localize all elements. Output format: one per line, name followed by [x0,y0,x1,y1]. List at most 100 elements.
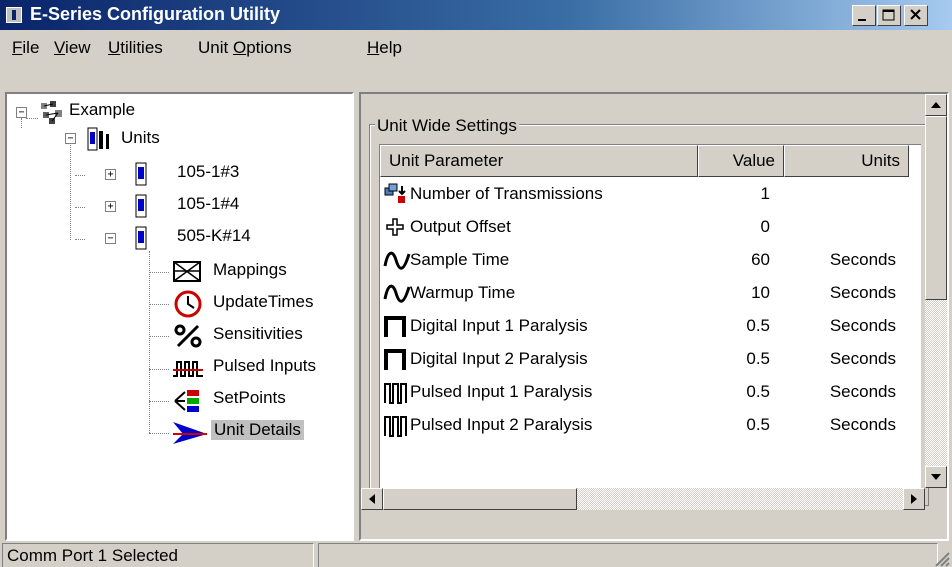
arrow-up-icon [931,102,941,108]
menu-bar: File View Utilities Unit Options Help [0,30,952,62]
menu-view-rest: iew [65,38,91,57]
expand-toggle[interactable]: + [105,201,116,212]
menu-unit-options-pre: Unit [198,38,233,57]
close-icon [910,9,921,20]
param-label: Output Offset [410,217,511,236]
setpoints-icon [174,390,199,412]
unit-details-arrow-icon [173,422,207,444]
window-title: E-Series Configuration Utility [30,4,281,24]
pulse-icon [384,349,406,370]
tree-line [26,118,38,119]
unit-device-icon [135,194,147,218]
param-value: 1 [760,184,770,203]
param-value: 60 [751,250,770,269]
column-header-units[interactable]: Units [784,145,909,177]
tree-child-label-selected[interactable]: Unit Details [211,420,304,440]
horizontal-scrollbar[interactable] [361,488,925,510]
tree-line [75,239,85,240]
table-row[interactable]: Warmup Time 10 Seconds [380,277,921,310]
tree-line [149,272,169,273]
tree-unit-label[interactable]: 505-K#14 [177,226,251,246]
table-row[interactable]: Digital Input 1 Paralysis 0.5 Seconds [380,310,921,343]
unit-device-icon [135,226,147,250]
param-units: Seconds [829,415,896,434]
table-row[interactable]: Digital Input 2 Paralysis 0.5 Seconds [380,343,921,376]
menu-unit-options[interactable]: Unit Options [198,38,292,58]
scroll-right-button[interactable] [903,488,925,510]
collapse-toggle[interactable]: − [16,107,27,118]
settings-list[interactable]: Unit Parameter Value Units Number of Tra… [379,144,921,505]
param-label: Pulsed Input 2 Paralysis [410,415,593,434]
offset-cross-icon [386,218,404,236]
settings-panel: Unit Wide Settings Unit Parameter Value … [359,92,949,541]
menu-utilities-rest: tilities [120,38,163,57]
pulse-icon [384,316,406,337]
scroll-down-button[interactable] [925,466,947,488]
arrow-left-icon [369,494,375,504]
menu-file[interactable]: File [12,38,39,58]
param-label: Warmup Time [410,283,516,302]
tree-child-label[interactable]: SetPoints [213,388,286,408]
tree-child-label[interactable]: Pulsed Inputs [213,356,316,376]
menu-utilities-accel: U [108,38,121,57]
param-label: Digital Input 1 Paralysis [410,316,588,335]
menu-view[interactable]: View [54,38,91,58]
tree-unit-label[interactable]: 105-1#3 [177,162,239,182]
param-label: Sample Time [410,250,510,269]
tree-units-label[interactable]: Units [121,128,160,148]
title-bar[interactable]: E-Series Configuration Utility [0,0,952,30]
horizontal-scroll-thumb[interactable] [383,488,577,510]
expand-toggle[interactable]: + [105,169,116,180]
scroll-left-button[interactable] [361,488,383,510]
status-pane-secondary [318,543,938,567]
tree-child-label[interactable]: UpdateTimes [213,292,313,312]
param-value: 0.5 [746,349,770,368]
tree-unit-label[interactable]: 105-1#4 [177,194,239,214]
vertical-scroll-thumb[interactable] [925,116,947,300]
menu-file-accel: F [12,38,23,57]
mappings-icon [173,261,201,282]
tree-root-label[interactable]: Example [69,100,135,120]
minimize-button[interactable] [852,5,876,26]
wave-icon [383,251,411,270]
status-text: Comm Port 1 Selected [2,543,314,567]
collapse-toggle[interactable]: − [65,133,76,144]
param-value: 0.5 [746,415,770,434]
table-row[interactable]: Sample Time 60 Seconds [380,244,921,277]
resize-grip-icon[interactable] [932,549,950,567]
app-icon[interactable] [6,7,22,23]
collapse-toggle[interactable]: − [105,233,116,244]
network-icon [41,101,62,124]
tree-child-label[interactable]: Sensitivities [213,324,303,344]
menu-help[interactable]: Help [367,38,402,58]
column-header-value[interactable]: Value [698,145,784,177]
pulse-train-icon [384,383,407,404]
menu-help-accel: H [367,38,380,57]
column-header-parameter[interactable]: Unit Parameter [380,145,698,177]
table-row[interactable]: Number of Transmissions 1 [380,178,921,211]
close-button[interactable] [904,5,928,26]
param-value: 0 [760,217,770,236]
unit-device-icon [135,162,147,186]
table-row[interactable]: Pulsed Input 1 Paralysis 0.5 Seconds [380,376,921,409]
menu-unit-options-accel: O [232,38,247,57]
tree-panel[interactable]: − Example − Units + 105-1#3 + 105-1#4 − … [5,92,354,541]
tree-child-label[interactable]: Mappings [213,260,287,280]
table-row[interactable]: Pulsed Input 2 Paralysis 0.5 Seconds [380,409,921,442]
param-units: Seconds [829,382,896,401]
menu-utilities[interactable]: Utilities [108,38,163,58]
arrow-right-icon [911,494,917,504]
tree-line [149,251,150,433]
maximize-button[interactable] [877,5,901,26]
arrow-down-icon [931,474,941,480]
vertical-scrollbar[interactable] [925,94,947,488]
tree-line [149,369,169,370]
tree-line [70,145,71,240]
transmission-icon [384,183,406,203]
clock-icon [174,290,202,318]
percent-icon [174,324,202,348]
scroll-up-button[interactable] [925,94,947,116]
menu-unit-options-rest: ptions [246,38,292,57]
param-units: Seconds [829,349,896,368]
table-row[interactable]: Output Offset 0 [380,211,921,244]
